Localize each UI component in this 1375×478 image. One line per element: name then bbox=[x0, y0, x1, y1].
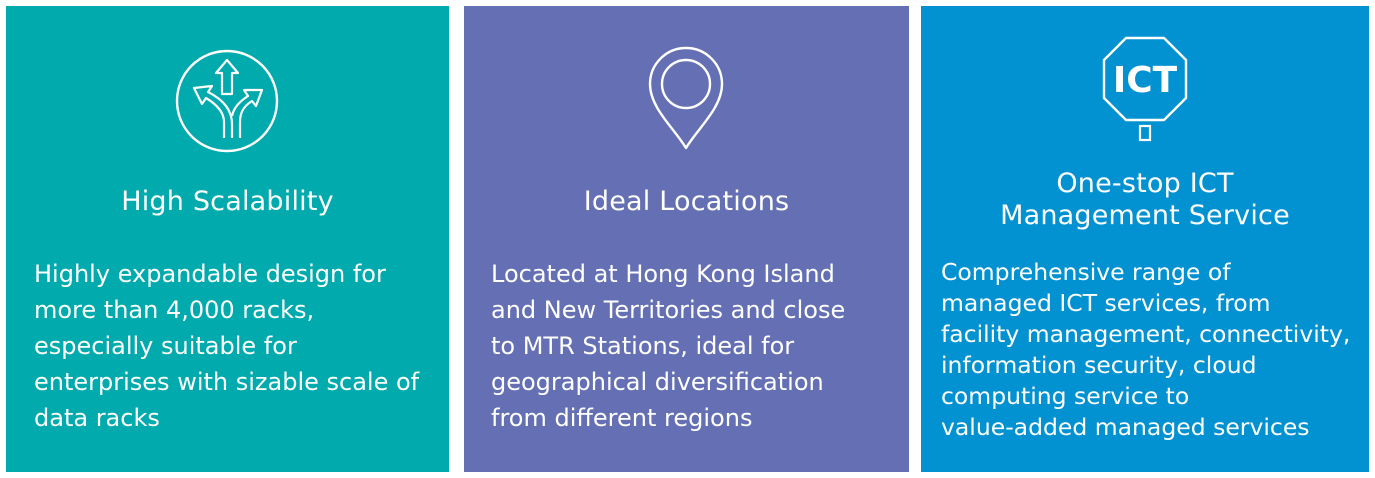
diverging-arrows-icon bbox=[175, 49, 279, 153]
card-ideal-locations: Ideal Locations Located at Hong Kong Isl… bbox=[464, 6, 909, 472]
map-pin-icon bbox=[648, 46, 724, 150]
card-high-scalability: High Scalability Highly expandable desig… bbox=[6, 6, 449, 472]
ict-sign-icon: ICT bbox=[1102, 36, 1188, 142]
card-description: Highly expandable design for more than 4… bbox=[34, 260, 420, 432]
feature-cards: High Scalability Highly expandable desig… bbox=[0, 0, 1375, 478]
card-title: High Scalability bbox=[121, 186, 334, 217]
svg-text:ICT: ICT bbox=[1113, 60, 1178, 101]
card-title: Ideal Locations bbox=[583, 186, 790, 217]
card-description: Located at Hong Kong Island and New Terr… bbox=[491, 260, 846, 432]
card-description: Comprehensive range of managed ICT servi… bbox=[941, 258, 1351, 441]
card-one-stop-ict: ICT One-stop ICT Management Service Comp… bbox=[921, 6, 1369, 472]
card-title: One-stop ICT Management Service bbox=[1000, 168, 1290, 231]
